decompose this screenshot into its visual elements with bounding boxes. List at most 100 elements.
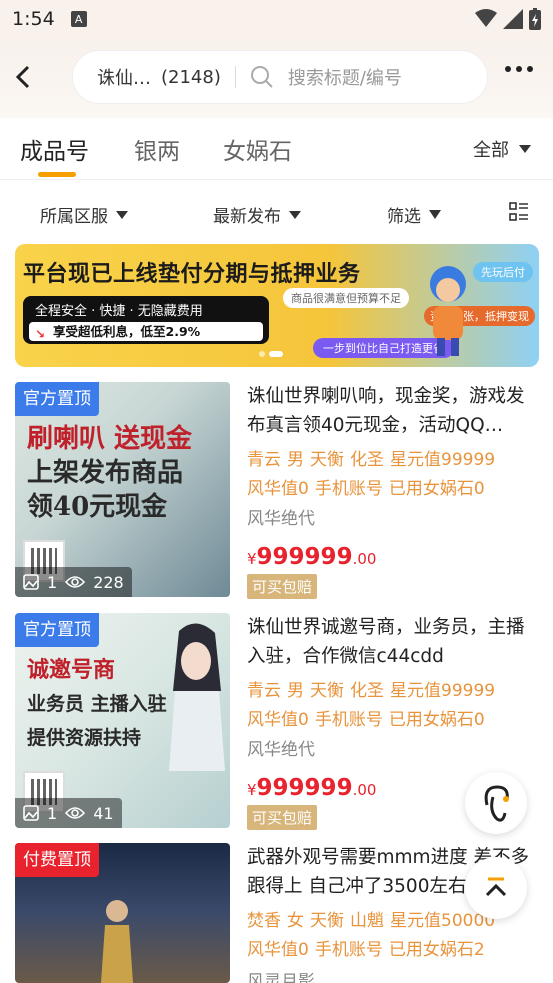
thumbnail-line: 业务员 主播入驻	[27, 693, 167, 715]
listing-thumbnail[interactable]: 付费置顶	[15, 843, 230, 983]
chevron-down-icon	[519, 145, 531, 153]
attr-fenghua-value: 风华值0	[247, 940, 309, 960]
listing-server: 风华绝代	[247, 509, 315, 529]
attr-gender: 男	[287, 450, 304, 470]
category-tabs: 成品号 银两 女娲石 全部	[0, 118, 553, 180]
thumbnail-stats: 1 228	[15, 567, 132, 597]
attr-account-type: 手机账号	[314, 940, 383, 960]
price-integer: 999999	[256, 775, 353, 801]
thumbnail-line: 上架发布商品	[27, 458, 184, 488]
down-arrow-icon: ↘	[35, 327, 46, 341]
thumbnail-line: 提供资源扶持	[27, 727, 142, 749]
tab-finished-account[interactable]: 成品号	[20, 132, 89, 166]
chevron-down-icon	[289, 210, 301, 219]
battery-icon	[529, 8, 541, 30]
thumbnail-stats: 1 41	[15, 798, 122, 828]
compensation-badge: 可买包赔	[247, 574, 318, 599]
listing-thumbnail[interactable]: 官方置顶 刷喇叭 送现金 上架发布商品 领40元现金 1 228	[15, 382, 230, 597]
banner-line-2: 享受超低利息，低至2.9%	[53, 324, 201, 339]
banner-tag: 先玩后付	[473, 262, 533, 282]
attr-server-line: 天衡	[310, 911, 344, 931]
attr-account-type: 手机账号	[314, 479, 383, 499]
image-count: 1	[47, 803, 58, 823]
search-bar[interactable]: 诛仙… (2148) 搜索标题/编号	[72, 50, 488, 104]
promo-banner[interactable]: 平台现已上线垫付分期与抵押业务 全程安全 · 快捷 · 无隐藏费用 ↘ 享受超低…	[15, 244, 539, 367]
attr-fenghua-value: 风华值0	[247, 710, 309, 730]
game-selector[interactable]: 诛仙…	[97, 64, 151, 90]
listing-attributes: 青云男天衡 化圣 星元值99999 风华值0 手机账号 已用女娲石0	[247, 446, 537, 504]
all-filter-label: 全部	[473, 140, 509, 161]
listing-server: 风灵月影	[247, 972, 315, 983]
listing-thumbnail[interactable]: 官方置顶 诚邀号商 业务员 主播入驻 提供资源扶持 1 41	[15, 613, 230, 828]
listing-server: 风华绝代	[247, 740, 315, 760]
attr-nuwa-used: 已用女娲石0	[388, 710, 485, 730]
filter-bar: 所属区服 最新发布 筛选	[0, 180, 553, 242]
banner-info-box: 全程安全 · 快捷 · 无隐藏费用 ↘ 享受超低利息，低至2.9%	[23, 296, 269, 344]
back-arrow-icon	[15, 65, 30, 89]
banner-title: 平台现已上线垫付分期与抵押业务	[23, 262, 361, 287]
signal-icon	[503, 9, 523, 29]
status-icons	[475, 8, 541, 30]
search-input[interactable]: 搜索标题/编号	[288, 64, 402, 90]
sort-filter[interactable]: 最新发布	[213, 202, 301, 227]
price-symbol: ¥	[247, 781, 257, 799]
listing-price: ¥999999.00	[247, 544, 376, 570]
listing-card[interactable]: 付费置顶 武器外观号需要mmm进度 差不多跟得上 自己冲了3500左右 焚香女天…	[0, 843, 553, 983]
active-tab-indicator	[38, 172, 76, 177]
attr-gender: 女	[287, 911, 304, 931]
chevron-down-icon	[116, 210, 128, 219]
attr-star-value: 星元值99999	[390, 450, 496, 470]
tab-silver[interactable]: 银两	[134, 132, 180, 166]
carousel-indicator	[259, 351, 283, 357]
listing-title[interactable]: 诛仙世界诚邀号商，业务员，主播入驻，合作微信c44cdd	[247, 613, 532, 671]
view-count: 228	[93, 572, 124, 592]
sort-filter-label: 最新发布	[213, 207, 281, 227]
attr-server-line: 天衡	[310, 450, 344, 470]
image-icon	[23, 805, 39, 821]
character-portrait-image	[169, 623, 225, 771]
scroll-top-button[interactable]	[465, 857, 527, 919]
image-icon	[23, 574, 39, 590]
attr-school: 焚香	[247, 911, 281, 931]
header: 诛仙… (2148) 搜索标题/编号	[0, 38, 553, 118]
back-button[interactable]	[8, 60, 38, 94]
price-integer: 999999	[256, 544, 353, 570]
banner-line-2-box: ↘ 享受超低利息，低至2.9%	[29, 322, 263, 341]
image-count: 1	[47, 572, 58, 592]
banner-tag: 商品很满意但预算不足	[283, 288, 409, 308]
attr-rank: 化圣	[350, 681, 384, 701]
attr-school: 青云	[247, 681, 281, 701]
wifi-icon	[475, 9, 497, 27]
attr-nuwa-used: 已用女娲石2	[388, 940, 485, 960]
compensation-badge: 可买包赔	[247, 805, 318, 830]
tab-nuwa-stone[interactable]: 女娲石	[223, 132, 292, 166]
search-divider	[234, 66, 236, 88]
listing-price: ¥999999.00	[247, 775, 376, 801]
search-icon	[250, 66, 273, 88]
status-time: 1:54	[12, 8, 55, 30]
attr-school: 青云	[247, 450, 281, 470]
attr-server-line: 天衡	[310, 681, 344, 701]
eye-icon	[65, 807, 86, 819]
a-notification-icon: A	[70, 11, 87, 27]
listing-card[interactable]: 官方置顶 刷喇叭 送现金 上架发布商品 领40元现金 1 228 诛仙世界喇叭响…	[0, 382, 553, 612]
funnel-icon	[429, 210, 441, 219]
region-filter[interactable]: 所属区服	[40, 202, 128, 227]
scroll-top-icon	[485, 877, 507, 897]
more-icon[interactable]	[505, 66, 533, 72]
customer-service-button[interactable]	[465, 772, 527, 834]
customer-service-icon	[484, 785, 509, 822]
listing-title[interactable]: 诛仙世界喇叭响，现金奖，游戏发布真言领40元现金，活动QQ…	[247, 382, 532, 440]
listing-count: (2148)	[161, 66, 221, 88]
pin-badge: 官方置顶	[15, 382, 99, 416]
advanced-filter[interactable]: 筛选	[387, 202, 441, 227]
thumbnail-text: 刷喇叭 送现金 上架发布商品 领40元现金	[27, 422, 217, 524]
pin-badge: 付费置顶	[15, 843, 99, 877]
all-filter-dropdown[interactable]: 全部	[473, 136, 531, 162]
attr-rank: 山魈	[350, 911, 384, 931]
attr-fenghua-value: 风华值0	[247, 479, 309, 499]
price-decimal: .00	[352, 550, 377, 568]
list-view-icon[interactable]	[509, 202, 529, 222]
attr-star-value: 星元值99999	[390, 681, 496, 701]
pin-badge: 官方置顶	[15, 613, 99, 647]
